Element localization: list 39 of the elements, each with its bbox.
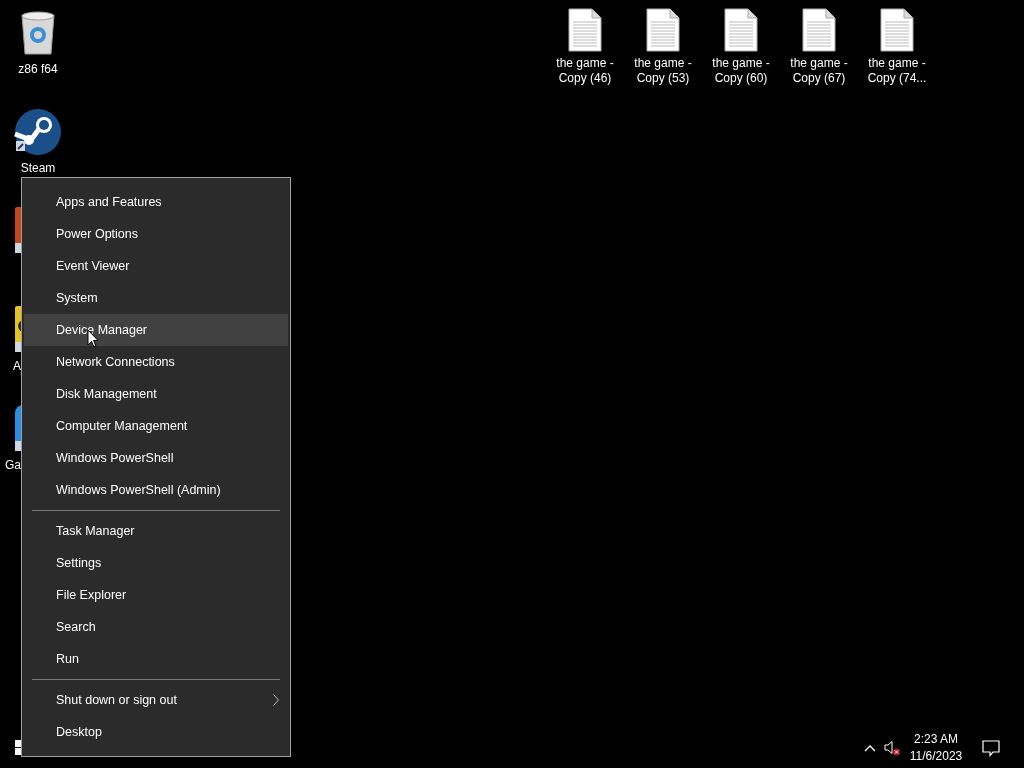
notification-icon[interactable] — [982, 739, 1000, 757]
file-label: the game - Copy (46) — [555, 56, 615, 86]
file-label: the game - Copy (53) — [633, 56, 693, 86]
menu-item[interactable]: Windows PowerShell — [24, 442, 288, 474]
menu-item[interactable]: Run — [24, 643, 288, 675]
menu-item[interactable]: Apps and Features — [24, 186, 288, 218]
icon-label: z86 f64 — [18, 62, 58, 76]
chevron-up-icon[interactable] — [864, 744, 876, 752]
speaker-icon[interactable] — [884, 740, 900, 756]
clock-date[interactable]: 11/6/2023 — [909, 748, 963, 765]
chevron-right-icon — [273, 694, 279, 706]
menu-item[interactable]: Task Manager — [24, 515, 288, 547]
menu-item[interactable]: Settings — [24, 547, 288, 579]
icon-label: Steam — [20, 161, 56, 175]
steam-logo-icon[interactable] — [14, 109, 61, 155]
document-icon[interactable] — [802, 8, 836, 52]
menu-item[interactable]: Search — [24, 611, 288, 643]
menu-item[interactable]: Disk Management — [24, 378, 288, 410]
document-icon[interactable] — [646, 8, 680, 52]
document-icon[interactable] — [880, 8, 914, 52]
file-label: the game - Copy (74... — [866, 56, 928, 86]
clock-time[interactable]: 2:23 AM — [914, 731, 958, 748]
menu-item[interactable]: Computer Management — [24, 410, 288, 442]
menu-item[interactable]: Network Connections — [24, 346, 288, 378]
document-icon[interactable] — [568, 8, 602, 52]
document-icon[interactable] — [724, 8, 758, 52]
file-label: the game - Copy (60) — [711, 56, 771, 86]
menu-item[interactable]: Windows PowerShell (Admin) — [24, 474, 288, 506]
menu-item[interactable]: System — [24, 282, 288, 314]
menu-item[interactable]: Desktop — [24, 716, 288, 748]
recycle-bin-icon[interactable] — [21, 11, 55, 55]
menu-item[interactable]: Power Options — [24, 218, 288, 250]
menu-item[interactable]: Device Manager — [24, 314, 288, 346]
file-label: the game - Copy (67) — [789, 56, 849, 86]
menu-item[interactable]: Event Viewer — [24, 250, 288, 282]
menu-item[interactable]: File Explorer — [24, 579, 288, 611]
menu-item[interactable]: Shut down or sign out — [24, 684, 288, 716]
icon-label: Ga — [4, 458, 21, 472]
icon-label: A — [12, 359, 21, 373]
